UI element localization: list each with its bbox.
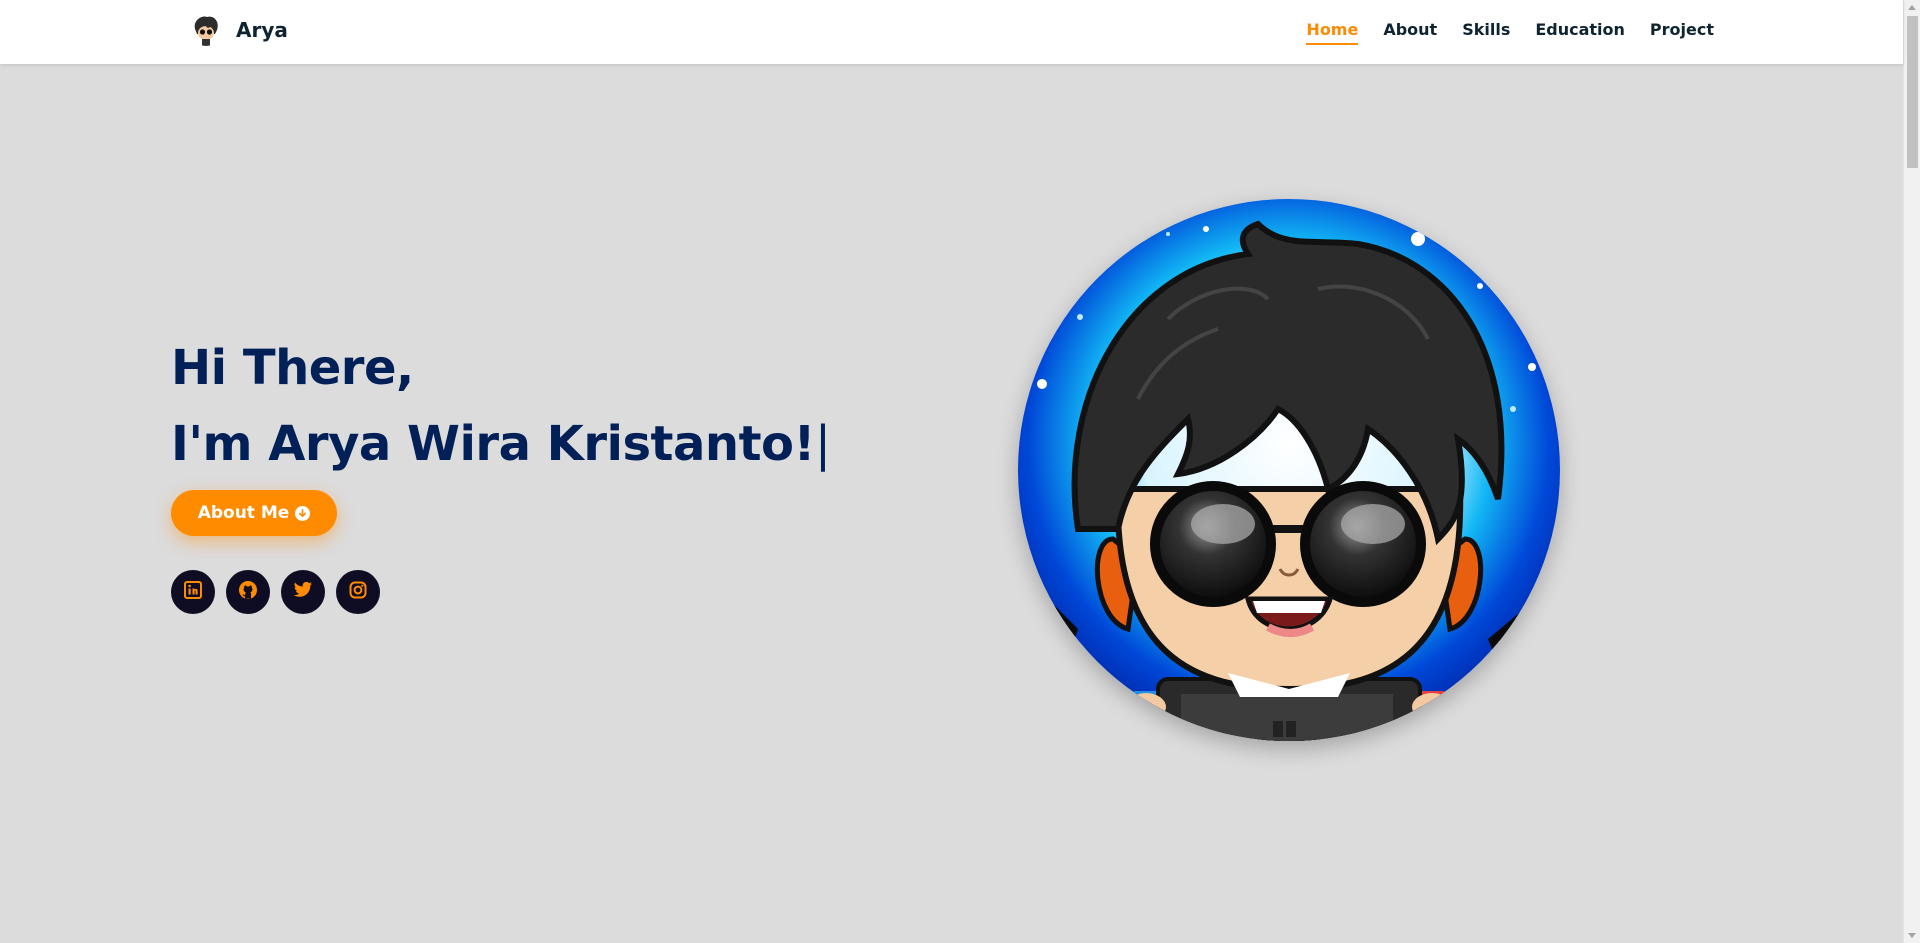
instagram-icon — [349, 581, 367, 603]
vertical-scrollbar[interactable] — [1903, 0, 1920, 943]
github-link[interactable] — [226, 570, 270, 614]
nav-education[interactable]: Education — [1535, 20, 1625, 45]
linkedin-link[interactable] — [171, 570, 215, 614]
hero-intro-line: I'm Arya Wira Kristanto!| — [171, 406, 831, 482]
hero-greeting: Hi There, — [171, 340, 414, 396]
scroll-up-icon[interactable] — [1908, 5, 1916, 10]
scrollbar-thumb[interactable] — [1907, 16, 1918, 168]
instagram-link[interactable] — [336, 570, 380, 614]
navbar: Arya Home About Skills Education Project — [0, 0, 1903, 64]
brand-link[interactable]: Arya — [190, 14, 288, 46]
arrow-down-circle-icon — [295, 505, 311, 521]
about-me-button[interactable]: About Me — [171, 490, 337, 536]
hero-text: Hi There, I'm Arya Wira Kristanto!| — [171, 330, 831, 482]
avatar-logo-icon — [190, 14, 222, 46]
nav-project[interactable]: Project — [1650, 20, 1714, 45]
social-links — [171, 570, 380, 614]
chibi-avatar-illustration — [1018, 199, 1560, 741]
typing-cursor: | — [814, 416, 831, 472]
hero-avatar — [1018, 199, 1560, 741]
linkedin-icon — [184, 581, 202, 603]
brand-name: Arya — [236, 18, 288, 42]
nav-skills[interactable]: Skills — [1462, 20, 1510, 45]
scroll-down-icon[interactable] — [1908, 933, 1916, 938]
github-icon — [238, 580, 258, 604]
nav-about[interactable]: About — [1383, 20, 1437, 45]
nav-home[interactable]: Home — [1306, 20, 1358, 45]
about-me-label: About Me — [197, 503, 290, 523]
hero-intro: I'm Arya Wira Kristanto! — [171, 416, 815, 472]
twitter-link[interactable] — [281, 570, 325, 614]
nav-links: Home About Skills Education Project — [1306, 20, 1714, 45]
twitter-icon — [293, 581, 313, 603]
